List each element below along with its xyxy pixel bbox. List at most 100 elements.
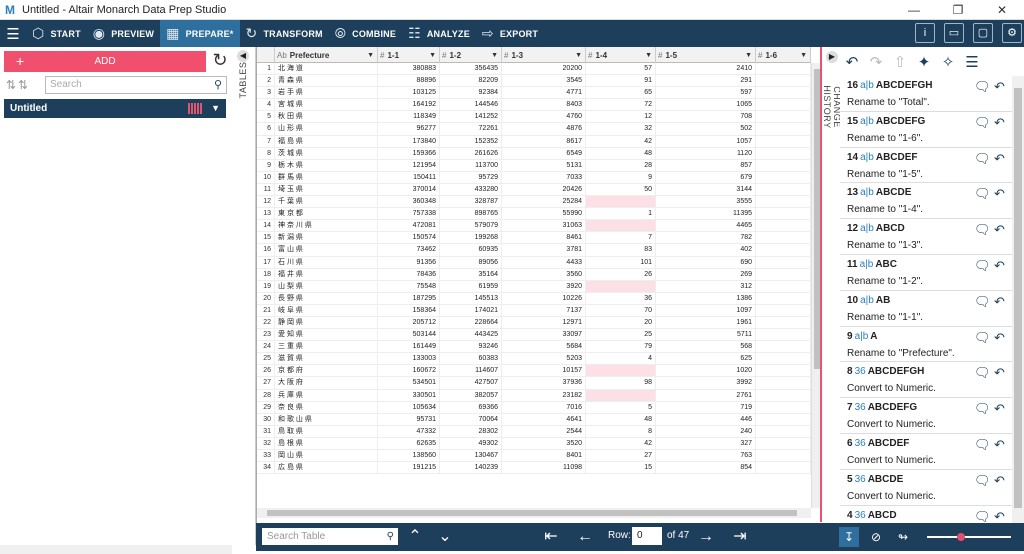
column-header[interactable]: #1-5 ▼ xyxy=(656,47,756,63)
table-cell[interactable]: 8 xyxy=(586,425,656,437)
table-cell[interactable]: 228664 xyxy=(440,316,502,329)
table-cell[interactable]: 75548 xyxy=(378,280,440,292)
table-cell[interactable] xyxy=(756,401,811,413)
table-cell[interactable]: 763 xyxy=(656,450,756,462)
history-item[interactable]: 15 a|b ABCDEFG Rename to "1-6". 🗨 ↶ xyxy=(840,112,1012,148)
table-cell[interactable] xyxy=(756,63,811,75)
table-row[interactable]: 33 岡 山 県 138560 130467 8401 27 763 xyxy=(257,450,811,463)
table-row[interactable]: 23 愛 知 県 503144 443425 33097 25 5711 xyxy=(257,329,811,342)
table-cell[interactable]: 158364 xyxy=(378,304,440,316)
table-cell[interactable]: 898765 xyxy=(440,208,502,220)
table-cell[interactable]: 奈 良 県 xyxy=(275,401,378,413)
column-header[interactable]: #1-3 ▼ xyxy=(502,47,586,63)
table-cell[interactable]: 5684 xyxy=(502,341,586,353)
history-item[interactable]: 12 a|b ABCD Rename to "1-3". 🗨 ↶ xyxy=(840,219,1012,255)
fit-icon[interactable]: ↧ xyxy=(839,527,859,547)
minimize-icon[interactable]: — xyxy=(892,0,936,20)
table-cell[interactable]: 3781 xyxy=(502,244,586,256)
table-cell[interactable]: 356435 xyxy=(440,63,502,75)
table-cell[interactable] xyxy=(756,208,811,220)
maximize-icon[interactable]: ❐ xyxy=(936,0,980,20)
table-row[interactable]: 11 埼 玉 県 370014 433280 20426 50 3144 xyxy=(257,183,811,197)
table-cell[interactable]: 7137 xyxy=(502,304,586,316)
table-cell[interactable]: 2410 xyxy=(656,63,756,75)
history-item[interactable]: 14 a|b ABCDEF Rename to "1-5". 🗨 ↶ xyxy=(840,148,1012,184)
table-cell[interactable]: 8617 xyxy=(502,135,586,147)
table-cell[interactable]: 330501 xyxy=(378,389,440,401)
toolbar-export-button[interactable]: ⇨ EXPORT xyxy=(476,20,544,47)
table-row[interactable]: 29 奈 良 県 105634 69366 7016 5 719 xyxy=(257,401,811,414)
table-search-input[interactable]: Search ⚲ xyxy=(45,76,227,94)
table-cell[interactable]: 240 xyxy=(656,425,756,437)
undo-step-icon[interactable]: ↶ xyxy=(994,365,1005,381)
table-cell[interactable] xyxy=(756,268,811,280)
toolbar-start-button[interactable]: ⬡ START xyxy=(26,20,87,47)
table-row[interactable]: 2青 森 県 88896 82209 3545 91 291 xyxy=(257,75,811,88)
table-cell[interactable]: 3560 xyxy=(502,268,586,280)
comment-icon[interactable]: 🗨 xyxy=(974,330,991,346)
table-row[interactable]: 26 京 都 府 160672 114607 10157 1020 xyxy=(257,365,811,378)
table-cell[interactable]: 113700 xyxy=(440,159,502,171)
column-menu-icon[interactable]: ▼ xyxy=(575,52,582,59)
table-cell[interactable]: 160672 xyxy=(378,365,440,377)
table-cell[interactable]: 3555 xyxy=(656,196,756,208)
wand-icon[interactable]: ✦ xyxy=(912,53,936,71)
table-cell[interactable]: 141252 xyxy=(440,111,502,123)
history-item[interactable]: 9 a|b A Rename to "Prefecture". 🗨 ↶ xyxy=(840,327,1012,363)
column-header[interactable]: Ab Prefecture ▼ xyxy=(275,47,378,63)
table-cell[interactable]: 360348 xyxy=(378,196,440,208)
table-cell[interactable]: 1020 xyxy=(656,365,756,377)
table-row[interactable]: 14 神 奈 川 県 472081 579079 31063 4465 xyxy=(257,220,811,233)
table-cell[interactable]: 4760 xyxy=(502,111,586,123)
table-cell[interactable]: 503144 xyxy=(378,329,440,341)
table-cell[interactable]: 35164 xyxy=(440,268,502,280)
table-cell[interactable]: 3992 xyxy=(656,377,756,389)
table-cell[interactable]: 48 xyxy=(586,147,656,159)
previous-match-icon[interactable]: ⌃ xyxy=(406,527,424,547)
table-cell[interactable]: 20426 xyxy=(502,183,586,196)
table-cell[interactable]: 7033 xyxy=(502,171,586,183)
table-cell[interactable]: 174021 xyxy=(440,304,502,316)
table-cell[interactable]: 37936 xyxy=(502,377,586,389)
table-row[interactable]: 34 広 島 県 191215 140239 11098 15 854 xyxy=(257,462,811,475)
table-cell[interactable]: 98 xyxy=(586,377,656,389)
table-cell[interactable]: 93246 xyxy=(440,341,502,353)
table-cell[interactable]: 370014 xyxy=(378,183,440,196)
table-cell[interactable] xyxy=(756,111,811,123)
table-cell[interactable]: 690 xyxy=(656,256,756,268)
scroll-thumb[interactable] xyxy=(1014,88,1022,508)
undo-step-icon[interactable]: ↶ xyxy=(994,509,1005,523)
refresh-icon[interactable]: ↻ xyxy=(210,50,230,70)
table-row[interactable]: 32 島 根 県 62635 49302 3520 42 327 xyxy=(257,437,811,450)
table-card[interactable]: Untitled ▼ xyxy=(4,99,226,118)
comment-icon[interactable]: 🗨 xyxy=(974,79,991,95)
table-cell[interactable] xyxy=(756,377,811,389)
table-cell[interactable]: 山 梨 県 xyxy=(275,280,378,292)
table-cell[interactable]: 472081 xyxy=(378,220,440,232)
table-cell[interactable] xyxy=(586,389,656,401)
table-cell[interactable]: 3545 xyxy=(502,75,586,87)
table-row[interactable]: 9栃 木 県 121954 113700 5131 28 857 xyxy=(257,159,811,172)
comment-icon[interactable]: 🗨 xyxy=(974,151,991,167)
undo-step-icon[interactable]: ↶ xyxy=(994,437,1005,453)
table-cell[interactable]: 栃 木 県 xyxy=(275,159,378,171)
table-cell[interactable] xyxy=(586,280,656,292)
table-cell[interactable]: 7 xyxy=(586,232,656,244)
table-cell[interactable]: 187295 xyxy=(378,292,440,304)
next-row-icon[interactable]: → xyxy=(697,527,715,547)
comment-icon[interactable]: 🗨 xyxy=(974,365,991,381)
table-cell[interactable]: 145513 xyxy=(440,292,502,304)
table-cell[interactable]: 3920 xyxy=(502,280,586,292)
history-item[interactable]: 13 a|b ABCDE Rename to "1-4". 🗨 ↶ xyxy=(840,183,1012,220)
table-cell[interactable]: 千 葉 県 xyxy=(275,196,378,208)
column-menu-icon[interactable]: ▼ xyxy=(429,52,436,59)
table-cell[interactable]: 91 xyxy=(586,75,656,87)
info-icon[interactable]: i xyxy=(915,23,935,43)
table-cell[interactable]: 88896 xyxy=(378,75,440,87)
table-cell[interactable]: 25 xyxy=(586,329,656,341)
table-cell[interactable]: 327 xyxy=(656,437,756,449)
history-item[interactable]: 6 36 ABCDEF Convert to Numeric. 🗨 ↶ xyxy=(840,434,1012,470)
table-cell[interactable]: 4876 xyxy=(502,123,586,135)
table-cell[interactable] xyxy=(756,304,811,316)
undo-step-icon[interactable]: ↶ xyxy=(994,79,1005,95)
